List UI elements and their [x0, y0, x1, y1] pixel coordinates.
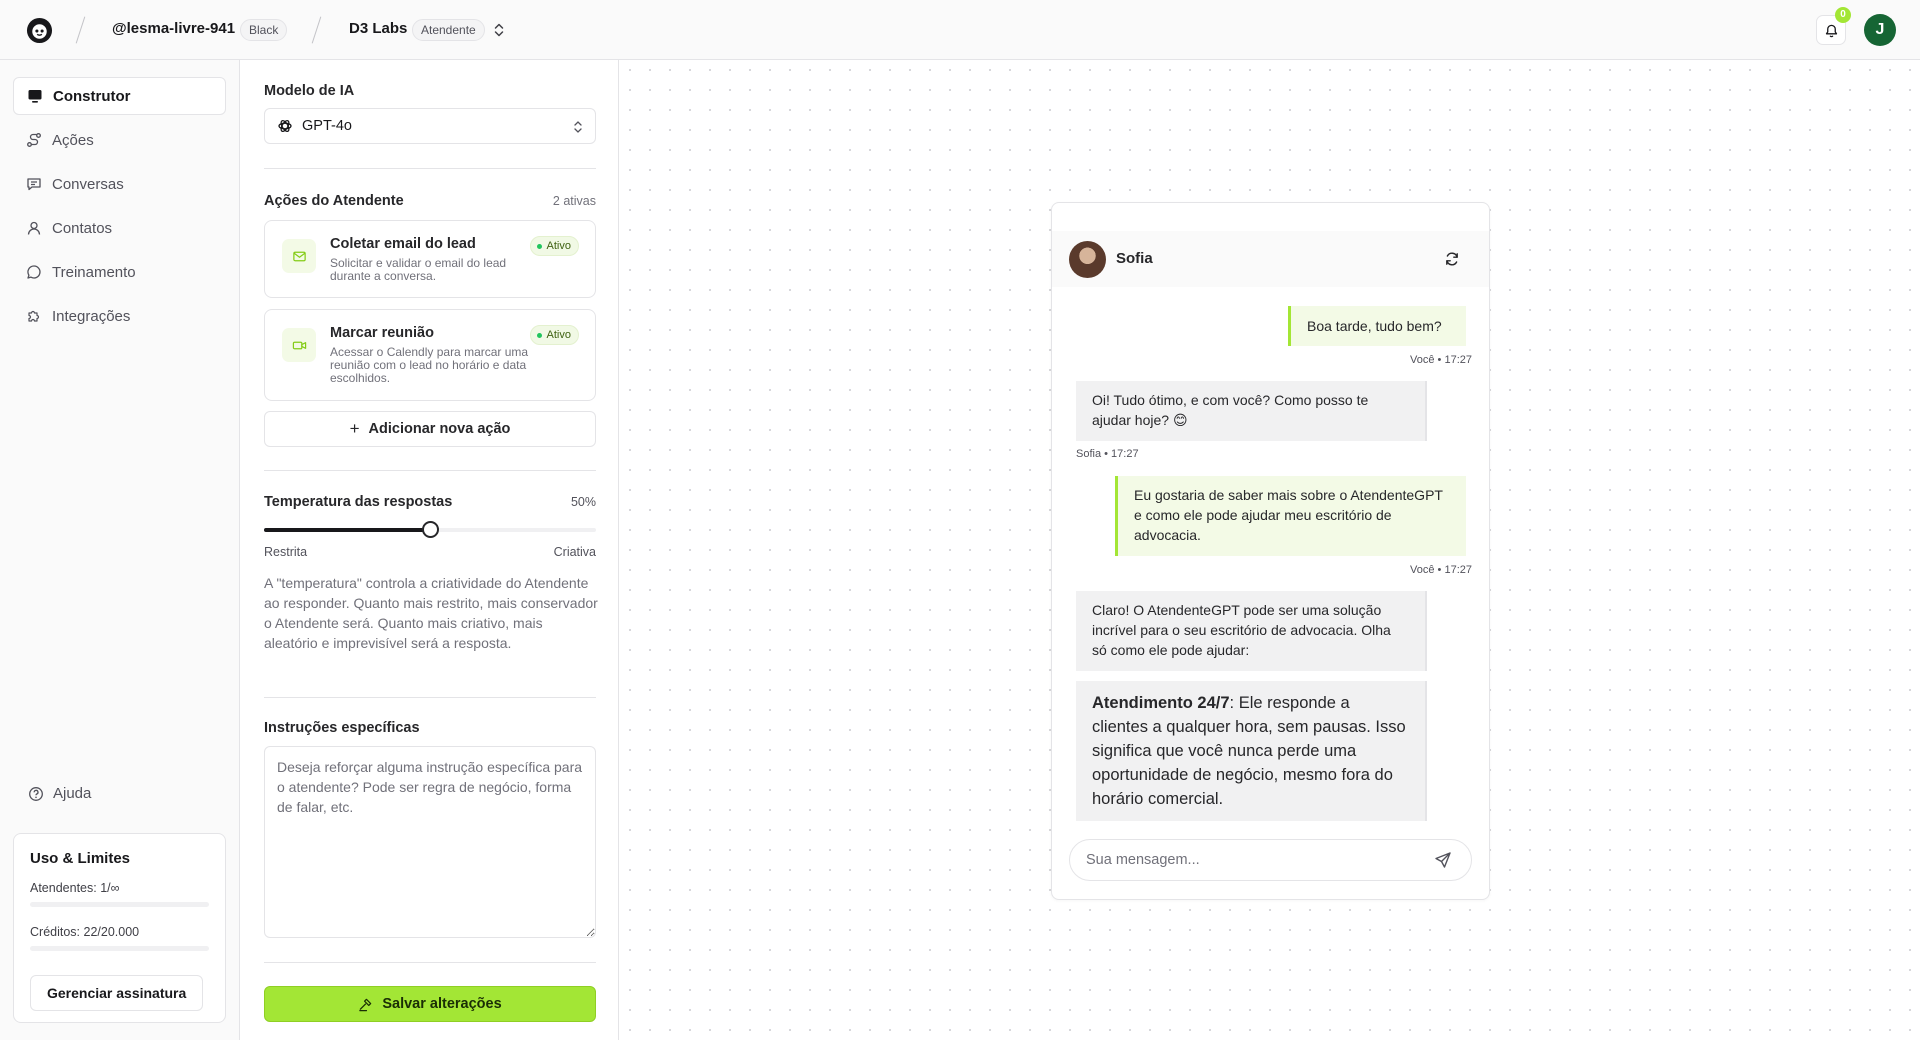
add-action-label: Adicionar nova ação [368, 421, 511, 437]
help-label: Ajuda [53, 785, 92, 802]
credits-usage-bar [30, 946, 209, 951]
temperature-slider[interactable] [264, 521, 596, 538]
divider [264, 697, 596, 698]
save-changes-label: Salvar alterações [382, 996, 502, 1012]
model-label: Modelo de IA [264, 83, 355, 99]
chat-input-container [1069, 839, 1472, 881]
message-circle-icon [27, 265, 41, 279]
sidebar-item-label: Conversas [52, 175, 124, 193]
user-icon [27, 221, 41, 235]
status-badge: Ativo [529, 325, 579, 345]
instructions-textarea[interactable] [264, 746, 596, 938]
plus-icon: + [349, 419, 360, 438]
route-icon [27, 133, 41, 147]
chat-header: Sofia [1052, 231, 1489, 287]
mail-icon [292, 251, 306, 261]
chat-message-input[interactable] [1086, 840, 1426, 880]
bot-message: Claro! O AtendenteGPT pode ser uma soluç… [1076, 591, 1427, 671]
sidebar-item-label: Treinamento [52, 263, 136, 281]
chevrons-up-down-icon [574, 121, 582, 133]
attendants-usage: Atendentes: 1/∞ [30, 881, 120, 895]
user-message: Boa tarde, tudo bem? [1288, 306, 1466, 346]
instructions-label: Instruções específicas [264, 720, 420, 736]
action-icon-badge [282, 328, 316, 362]
manage-subscription-button[interactable]: Gerenciar assinatura [30, 975, 204, 1011]
monitor-icon [28, 90, 42, 103]
org-role-badge: Atendente [412, 19, 485, 41]
puzzle-icon [28, 310, 40, 322]
video-icon [292, 341, 306, 349]
temperature-slider-fill [264, 528, 430, 532]
message-square-icon [27, 178, 41, 191]
bot-message: Oi! Tudo ótimo, e com você? Como posso t… [1076, 381, 1427, 441]
usage-title: Uso & Limites [30, 850, 131, 867]
sidebar-item-treinamento[interactable]: Treinamento [13, 253, 226, 291]
sidebar-item-label: Construtor [53, 87, 131, 105]
save-changes-button[interactable]: Salvar alterações [264, 986, 596, 1022]
action-description: Acessar o Calendly para marcar uma reuni… [330, 345, 529, 385]
divider [264, 168, 596, 169]
help-circle-icon [29, 786, 43, 801]
temperature-help-text: A "temperatura" controla a criatividade … [264, 575, 598, 651]
bot-avatar [1069, 241, 1106, 278]
message-meta: Você • 17:27 [1410, 564, 1472, 576]
sidebar-item-contatos[interactable]: Contatos [13, 209, 226, 247]
refresh-icon[interactable] [1444, 251, 1460, 267]
divider [264, 470, 596, 471]
sidebar-item-conversas[interactable]: Conversas [13, 165, 226, 203]
actions-count: 2 ativas [552, 194, 596, 208]
chat-preview: Sofia Boa tarde, tudo bem? Você • 17:27 … [1051, 202, 1490, 900]
temperature-value: 50% [570, 495, 596, 509]
plan-badge: Black [240, 19, 288, 41]
actions-label: Ações do Atendente [264, 193, 404, 209]
action-description: Solicitar e validar o email do lead dura… [330, 256, 507, 283]
model-select-value: GPT-4o [302, 118, 352, 134]
app-logo-icon[interactable] [26, 17, 53, 44]
slider-min-label: Restrita [264, 545, 308, 559]
sidebar-item-construtor[interactable]: Construtor [13, 77, 226, 115]
usage-limits-card: Uso & Limites Atendentes: 1/∞ Créditos: … [13, 833, 226, 1023]
attendants-usage-bar [30, 902, 209, 907]
bell-icon [1825, 24, 1837, 37]
openai-icon [278, 119, 292, 133]
breadcrumb-separator [311, 16, 322, 44]
org-name[interactable]: D3 Labs [349, 20, 407, 37]
message-meta: Sofia • 17:27 [1076, 448, 1139, 460]
hammer-icon [359, 998, 372, 1011]
action-card-collect-email[interactable]: Coletar email do lead Solicitar e valida… [264, 220, 596, 298]
action-card-schedule-meeting[interactable]: Marcar reunião Acessar o Calendly para m… [264, 309, 596, 401]
help-link[interactable]: Ajuda [28, 785, 91, 802]
bot-name: Sofia [1116, 250, 1153, 267]
sidebar-item-label: Ações [52, 131, 94, 149]
sidebar-item-integracoes[interactable]: Integrações [13, 297, 226, 335]
action-title: Marcar reunião [330, 325, 434, 341]
action-title: Coletar email do lead [330, 236, 476, 252]
user-handle[interactable]: @lesma-livre-941 [112, 20, 235, 37]
sidebar-item-acoes[interactable]: Ações [13, 121, 226, 159]
sidebar-item-label: Integrações [52, 307, 131, 325]
user-avatar[interactable]: J [1864, 14, 1896, 46]
send-icon[interactable] [1434, 851, 1452, 869]
notification-count-badge: 0 [1835, 7, 1851, 23]
divider [264, 962, 596, 963]
action-icon-badge [282, 239, 316, 273]
breadcrumb-separator [75, 16, 86, 44]
user-message: Eu gostaria de saber mais sobre o Atende… [1115, 476, 1466, 556]
message-meta: Você • 17:27 [1410, 354, 1472, 366]
sidebar-item-label: Contatos [52, 219, 113, 237]
add-action-button[interactable]: + Adicionar nova ação [264, 411, 596, 447]
builder-panel: Modelo de IA GPT-4o Ações do Atendente 2… [241, 60, 619, 1040]
sidebar: Construtor Ações Conversas Contatos Trei… [0, 60, 240, 1040]
model-select[interactable]: GPT-4o [264, 108, 596, 144]
temperature-slider-thumb[interactable] [422, 521, 439, 538]
status-badge: Ativo [529, 236, 579, 256]
slider-max-label: Criativa [553, 545, 596, 559]
credits-usage: Créditos: 22/20.000 [30, 925, 140, 939]
temperature-label: Temperatura das respostas [264, 494, 453, 510]
top-bar: @lesma-livre-941 Black D3 Labs Atendente… [0, 0, 1920, 60]
chevrons-up-down-icon[interactable] [493, 21, 505, 39]
message-bold-text: Atendimento 24/7 [1092, 694, 1230, 712]
bot-message: Atendimento 24/7: Ele responde a cliente… [1076, 681, 1427, 821]
